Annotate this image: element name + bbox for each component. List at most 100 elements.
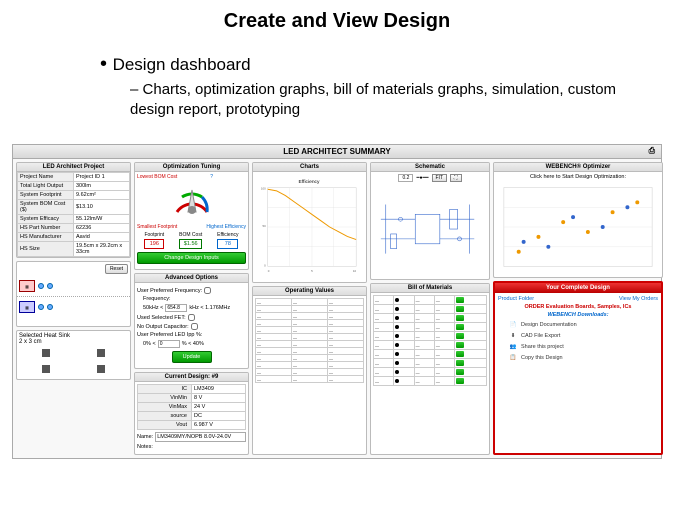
bom-action-button[interactable]	[456, 297, 464, 303]
table-row: ———	[256, 362, 364, 369]
cd-key: Vout	[138, 421, 192, 430]
ipp-label: User Preferred LED Ipp %:	[137, 332, 202, 338]
table-row: ———	[256, 306, 364, 313]
table-row: ———	[256, 376, 364, 383]
heatsink-dot-icon	[42, 349, 50, 357]
table-row: ———	[256, 320, 364, 327]
change-inputs-button[interactable]: Change Design Inputs	[137, 252, 246, 264]
heatsink-dot-icon	[97, 349, 105, 357]
design-name-input[interactable]	[155, 432, 246, 442]
cd-key: VinMax	[138, 403, 192, 412]
schematic-view[interactable]	[371, 184, 489, 279]
current-design-table: ICLM3409VinMin8 VVinMax24 VsourceDCVout6…	[137, 384, 246, 430]
project-key: HS Part Number	[18, 224, 74, 233]
project-key: Total Light Output	[18, 182, 74, 191]
project-key: System Efficacy	[18, 215, 74, 224]
cd-val: 24 V	[192, 403, 246, 412]
bom-action-button[interactable]	[456, 306, 464, 312]
order-link[interactable]: ORDER Evaluation Boards, Samples, ICs	[498, 304, 658, 310]
chart-title: Efficiency	[299, 179, 320, 185]
project-key: HS Size	[18, 242, 74, 257]
bom-header: Bill of Materials	[371, 284, 489, 293]
svg-text:50: 50	[262, 224, 266, 228]
smallest-fp-label: Smallest Footprint	[137, 224, 177, 230]
cad-export-link[interactable]: ⬇CAD File Export	[508, 332, 658, 340]
optimization-dial[interactable]	[172, 182, 212, 222]
nocap-label: No Output Capacitor:	[137, 324, 189, 330]
zoom-slider[interactable]: ━●━━	[416, 175, 428, 181]
dashboard-title: LED ARCHITECT SUMMARY	[283, 147, 390, 156]
led-string-1[interactable]: ▦	[19, 280, 128, 292]
table-row: ———	[256, 369, 364, 376]
project-val: 62236	[74, 224, 130, 233]
table-row: ———	[374, 359, 487, 368]
table-row: ———	[256, 355, 364, 362]
design-doc-link[interactable]: 📄Design Documentation	[508, 321, 658, 329]
view-orders-link[interactable]: View My Orders	[619, 296, 658, 302]
metric-label: Footprint	[144, 232, 164, 238]
expand-button[interactable]: ⛶	[450, 174, 462, 182]
product-folder-link[interactable]: Product Folder	[498, 296, 534, 302]
metric-value: $1.56	[179, 239, 202, 249]
bom-action-button[interactable]	[456, 342, 464, 348]
freq-checkbox[interactable]	[204, 287, 211, 294]
cd-key: VinMin	[138, 394, 192, 403]
bom-action-button[interactable]	[456, 378, 464, 384]
cd-val: 6.987 V	[192, 421, 246, 430]
bom-action-button[interactable]	[456, 351, 464, 357]
optimizer-panel: WEBENCH® Optimizer Click here to Start D…	[493, 162, 663, 278]
advanced-panel: Advanced Options User Preferred Frequenc…	[134, 273, 249, 369]
operating-header: Operating Values	[253, 287, 366, 296]
optimizer-link[interactable]: Click here to Start Design Optimization:	[494, 172, 662, 182]
table-row: ———	[374, 341, 487, 350]
table-row: ———	[256, 348, 364, 355]
your-design-header: Your Complete Design	[495, 283, 661, 293]
optimization-panel: Optimization Tuning Lowest BOM Cost ?	[134, 162, 249, 270]
bom-action-button[interactable]	[456, 324, 464, 330]
driver-chip-icon: ▦	[19, 301, 35, 313]
table-row: ———	[256, 341, 364, 348]
freq-hi: kHz < 1.176MHz	[189, 305, 230, 311]
freq-input[interactable]	[165, 304, 187, 312]
bom-action-button[interactable]	[456, 360, 464, 366]
bom-action-button[interactable]	[456, 333, 464, 339]
table-row: ———	[374, 368, 487, 377]
advanced-header: Advanced Options	[135, 274, 248, 283]
table-row: ———	[374, 350, 487, 359]
schematic-panel: Schematic 0.2 ━●━━ FIT ⛶	[370, 162, 490, 280]
svg-text:5: 5	[311, 269, 313, 273]
copy-link[interactable]: 📋Copy this Design	[508, 354, 658, 362]
print-icon[interactable]: ⎙	[649, 146, 655, 156]
nocap-checkbox[interactable]	[191, 323, 198, 330]
zoom-value: 0.2	[398, 174, 413, 182]
bom-action-button[interactable]	[456, 369, 464, 375]
document-icon: 📄	[508, 321, 518, 329]
table-row: ———	[374, 377, 487, 386]
led-icon	[47, 304, 53, 310]
led-string-2[interactable]: ▦	[19, 301, 128, 313]
highest-eff-label: Highest Efficiency	[206, 224, 246, 230]
downloads-label: WEBENCH Downloads:	[498, 312, 658, 318]
efficiency-chart[interactable]: Efficiency 100500 0510	[253, 172, 366, 282]
table-row: ———	[256, 334, 364, 341]
table-row: ———	[256, 313, 364, 320]
project-key: System BOM Cost ($)	[18, 200, 74, 215]
update-button[interactable]: Update	[172, 351, 212, 363]
table-row: ———	[256, 299, 364, 306]
fet-checkbox[interactable]	[188, 314, 195, 321]
project-val: Aavid	[74, 233, 130, 242]
bom-action-button[interactable]	[456, 315, 464, 321]
fit-button[interactable]: FIT	[432, 174, 448, 182]
project-key: HS Manufacturer	[18, 233, 74, 242]
table-row: ———	[374, 323, 487, 332]
svg-text:100: 100	[261, 187, 266, 191]
optimizer-chart[interactable]	[494, 182, 662, 277]
cd-key: source	[138, 412, 192, 421]
ipp-input[interactable]	[158, 340, 180, 348]
fet-label: Used Selected FET:	[137, 315, 186, 321]
cd-val: 8 V	[192, 394, 246, 403]
svg-text:0: 0	[264, 263, 266, 267]
reset-button[interactable]: Reset	[105, 264, 128, 274]
current-design-panel: Current Design: #9 ICLM3409VinMin8 VVinM…	[134, 372, 249, 455]
share-link[interactable]: 👥Share this project	[508, 343, 658, 351]
